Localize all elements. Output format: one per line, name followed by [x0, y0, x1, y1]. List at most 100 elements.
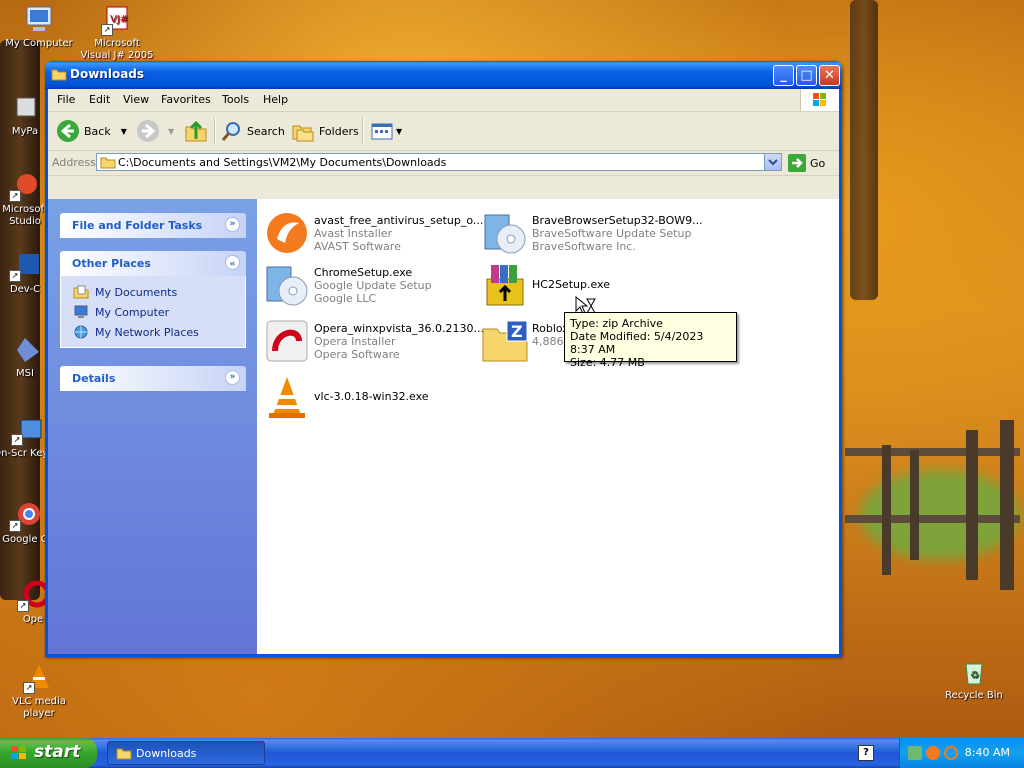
start-label: start	[34, 742, 81, 762]
back-dropdown-icon[interactable]: ▼	[121, 127, 127, 136]
desktop-icon-label: My Computer	[5, 38, 73, 49]
file-info-tooltip: Type: zip Archive Date Modified: 5/4/202…	[564, 312, 737, 369]
tooltip-size: Size: 4.77 MB	[570, 356, 645, 369]
place-label: My Computer	[95, 305, 170, 319]
keyboard-icon: ↗	[11, 414, 43, 446]
tooltip-type: Type: zip Archive	[570, 317, 663, 330]
file-item-vlc[interactable]: vlc-3.0.18-win32.exe	[263, 373, 478, 421]
system-tray: 8:40 AM	[899, 738, 1024, 768]
window-client: File Edit View Favorites Tools Help Back…	[48, 89, 839, 654]
file-folder-tasks-header[interactable]: File and Folder Tasks »	[60, 213, 246, 238]
details-title: Details	[72, 372, 116, 385]
other-places-body: My Documents My Computer My Network Plac…	[60, 276, 246, 348]
place-my-documents[interactable]: My Documents	[73, 284, 177, 300]
maximize-button[interactable]: □	[796, 65, 817, 86]
file-name: HC2Setup.exe	[532, 278, 610, 291]
back-arrow-icon	[57, 120, 79, 142]
go-button[interactable]: Go	[788, 154, 825, 172]
forward-dropdown-icon[interactable]: ▼	[168, 127, 174, 136]
chevron-up-icon[interactable]: »	[225, 255, 240, 270]
my-documents-icon	[73, 285, 89, 299]
place-label: My Network Places	[95, 325, 199, 339]
address-dropdown-button[interactable]	[764, 154, 781, 170]
minimize-button[interactable]: _	[773, 65, 794, 86]
chevron-down-icon[interactable]: »	[225, 217, 240, 232]
file-description: Google Update Setup	[314, 279, 432, 292]
desktop-icon-recycle-bin[interactable]: ♻ Recycle Bin	[935, 656, 1013, 702]
file-description: Avast Installer	[314, 227, 393, 240]
folder-icon	[100, 157, 116, 169]
folder-icon	[116, 748, 132, 760]
file-company: Google LLC	[314, 292, 377, 305]
close-button[interactable]: ✕	[819, 65, 840, 86]
file-name: ChromeSetup.exe	[314, 266, 413, 279]
wallpaper-tree-trunk	[850, 0, 878, 300]
help-icon[interactable]: ?	[858, 745, 874, 761]
file-item-brave[interactable]: BraveBrowserSetup32-BOW9... BraveSoftwar…	[481, 209, 703, 257]
back-label: Back	[84, 124, 111, 138]
address-input[interactable]: C:\Documents and Settings\VM2\My Documen…	[96, 153, 782, 171]
opera-installer-icon	[263, 317, 311, 365]
other-places-header[interactable]: Other Places »	[60, 251, 246, 276]
taskbar-button-label: Downloads	[136, 747, 197, 760]
file-name: BraveBrowserSetup32-BOW9...	[532, 214, 703, 227]
folders-icon	[292, 125, 314, 142]
forward-arrow-icon	[137, 120, 159, 142]
setup-disc-icon	[481, 209, 529, 257]
visual-j-icon: VJ# ↗	[101, 4, 133, 36]
zip-folder-icon: Z	[481, 317, 529, 365]
address-label: Address	[52, 156, 96, 169]
file-item-avast[interactable]: avast_free_antivirus_setup_o... Avast In…	[263, 209, 483, 257]
studio-icon: ↗	[9, 170, 41, 202]
chevron-down-icon	[768, 159, 778, 166]
place-my-computer[interactable]: My Computer	[73, 304, 169, 320]
svg-text:♻: ♻	[970, 670, 979, 681]
file-list: avast_free_antivirus_setup_o... Avast In…	[257, 199, 839, 654]
desktop-icon-my-computer[interactable]: My Computer	[0, 4, 78, 50]
back-button[interactable]: Back ▼	[56, 118, 127, 144]
other-places-title: Other Places	[72, 257, 151, 270]
chevron-down-icon[interactable]: »	[225, 370, 240, 385]
windows-flag-icon	[800, 89, 839, 111]
toolbar-separator	[214, 118, 216, 144]
menu-bar: File Edit View Favorites Tools Help	[48, 89, 839, 112]
details-header[interactable]: Details »	[60, 366, 246, 391]
winrar-archive-icon	[481, 261, 529, 309]
avast-tray-icon[interactable]	[926, 746, 940, 760]
msi-icon	[9, 334, 41, 366]
search-label: Search	[247, 124, 285, 138]
file-item-opera[interactable]: Opera_winxpvista_36.0.2130... Opera Inst…	[263, 317, 484, 365]
window-title: Downloads	[70, 67, 145, 81]
file-name: Opera_winxpvista_36.0.2130...	[314, 322, 485, 335]
forward-button[interactable]: ▼	[136, 118, 174, 144]
chrome-icon: ↗	[9, 500, 41, 532]
folders-button[interactable]: Folders	[291, 118, 359, 144]
search-tray-icon[interactable]	[944, 746, 958, 760]
file-company: AVAST Software	[314, 240, 401, 253]
menu-help[interactable]: Help	[263, 93, 288, 106]
file-name: vlc-3.0.18-win32.exe	[314, 390, 429, 403]
file-item-chrome-setup[interactable]: ChromeSetup.exe Google Update Setup Goog…	[263, 261, 478, 309]
desktop-icon-vlc[interactable]: ↗ VLC media player	[0, 662, 78, 720]
title-bar[interactable]: Downloads _ □ ✕	[45, 61, 842, 89]
network-tray-icon[interactable]	[908, 746, 922, 760]
search-button[interactable]: Search	[220, 118, 285, 144]
network-places-icon	[74, 325, 88, 339]
menu-file[interactable]: File	[57, 93, 75, 106]
go-arrow-icon	[788, 154, 806, 172]
taskbar-button-downloads[interactable]: Downloads	[107, 741, 265, 765]
desktop-icon-label: VLC media player	[12, 696, 66, 719]
vlc-cone-icon	[263, 373, 311, 421]
menu-view[interactable]: View	[123, 93, 149, 106]
file-name: avast_free_antivirus_setup_o...	[314, 214, 484, 227]
menu-favorites[interactable]: Favorites	[161, 93, 211, 106]
windows-flag-icon	[11, 746, 26, 759]
menu-edit[interactable]: Edit	[89, 93, 110, 106]
menu-tools[interactable]: Tools	[222, 93, 249, 106]
start-button[interactable]: start	[0, 738, 97, 768]
computer-icon	[74, 305, 88, 318]
dev-c-icon: ↗	[9, 250, 41, 282]
up-folder-button[interactable]	[184, 118, 208, 144]
views-button[interactable]: ▼	[370, 118, 402, 144]
place-my-network-places[interactable]: My Network Places	[73, 324, 199, 340]
